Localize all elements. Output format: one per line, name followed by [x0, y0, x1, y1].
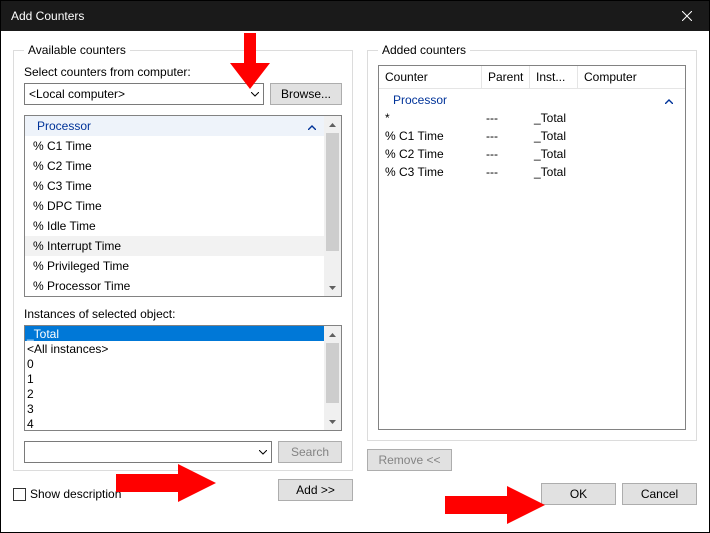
col-counter[interactable]: Counter — [379, 66, 482, 88]
counter-item[interactable]: % DPC Time — [25, 196, 324, 216]
scroll-up-icon[interactable] — [324, 116, 341, 133]
instance-item[interactable]: _Total — [25, 326, 324, 341]
scroll-thumb[interactable] — [326, 343, 339, 403]
col-computer[interactable]: Computer — [578, 66, 685, 88]
instance-item[interactable]: <All instances> — [25, 341, 324, 356]
instance-item[interactable]: 4 — [25, 416, 324, 430]
col-parent[interactable]: Parent — [482, 66, 530, 88]
search-input[interactable] — [24, 441, 272, 463]
close-icon — [682, 11, 692, 21]
table-row[interactable]: % C3 Time---_Total — [379, 163, 685, 181]
dialog-title: Add Counters — [11, 9, 664, 23]
instance-item[interactable]: 1 — [25, 371, 324, 386]
instances-label: Instances of selected object: — [24, 307, 342, 321]
counters-listbox[interactable]: Processor% C1 Time% C2 Time% C3 Time% DP… — [24, 115, 342, 297]
collapse-icon — [308, 119, 316, 133]
cancel-button[interactable]: Cancel — [622, 483, 697, 505]
instances-listbox[interactable]: _Total<All instances>012345 — [24, 325, 342, 431]
computer-input[interactable] — [24, 83, 264, 105]
counter-item[interactable]: % Idle Time — [25, 216, 324, 236]
computer-combo[interactable] — [24, 83, 264, 105]
scroll-down-icon[interactable] — [324, 413, 341, 430]
browse-button[interactable]: Browse... — [270, 83, 342, 105]
counter-item[interactable]: % C3 Time — [25, 176, 324, 196]
added-group-header[interactable]: Processor — [379, 91, 685, 109]
table-header: Counter Parent Inst... Computer — [379, 66, 685, 88]
show-description-checkbox[interactable]: Show description — [13, 487, 541, 501]
scrollbar[interactable] — [324, 326, 341, 430]
scroll-down-icon[interactable] — [324, 279, 341, 296]
remove-button[interactable]: Remove << — [367, 449, 452, 471]
collapse-icon — [665, 93, 673, 107]
close-button[interactable] — [664, 1, 709, 31]
checkbox-box[interactable] — [13, 488, 26, 501]
col-instance[interactable]: Inst... — [530, 66, 578, 88]
available-counters-group: Available counters Select counters from … — [13, 43, 353, 471]
counter-group-header[interactable]: Processor — [25, 116, 324, 136]
scroll-thumb[interactable] — [326, 133, 339, 251]
instance-item[interactable]: 2 — [25, 386, 324, 401]
search-button[interactable]: Search — [278, 441, 342, 463]
show-description-label: Show description — [30, 487, 121, 501]
computer-label: Select counters from computer: — [24, 65, 342, 79]
instance-item[interactable]: 3 — [25, 401, 324, 416]
added-table[interactable]: Counter Parent Inst... Computer Processo… — [378, 65, 686, 430]
added-legend: Added counters — [378, 43, 470, 57]
counter-item[interactable]: % Processor Time — [25, 276, 324, 296]
scrollbar[interactable] — [324, 116, 341, 296]
added-counters-group: Added counters Counter Parent Inst... Co… — [367, 43, 697, 441]
counter-item[interactable]: % Privileged Time — [25, 256, 324, 276]
ok-button[interactable]: OK — [541, 483, 616, 505]
table-row[interactable]: *---_Total — [379, 109, 685, 127]
dialog-footer: Show description OK Cancel — [13, 483, 697, 505]
search-combo[interactable] — [24, 441, 272, 463]
chevron-down-icon[interactable] — [246, 83, 264, 105]
table-row[interactable]: % C1 Time---_Total — [379, 127, 685, 145]
counter-item[interactable]: % C1 Time — [25, 136, 324, 156]
counter-item[interactable]: % C2 Time — [25, 156, 324, 176]
titlebar: Add Counters — [1, 1, 709, 31]
chevron-down-icon[interactable] — [254, 441, 272, 463]
available-legend: Available counters — [24, 43, 130, 57]
counter-item[interactable]: % Interrupt Time — [25, 236, 324, 256]
dialog-content: Available counters Select counters from … — [1, 31, 709, 532]
table-row[interactable]: % C2 Time---_Total — [379, 145, 685, 163]
scroll-up-icon[interactable] — [324, 326, 341, 343]
instance-item[interactable]: 0 — [25, 356, 324, 371]
